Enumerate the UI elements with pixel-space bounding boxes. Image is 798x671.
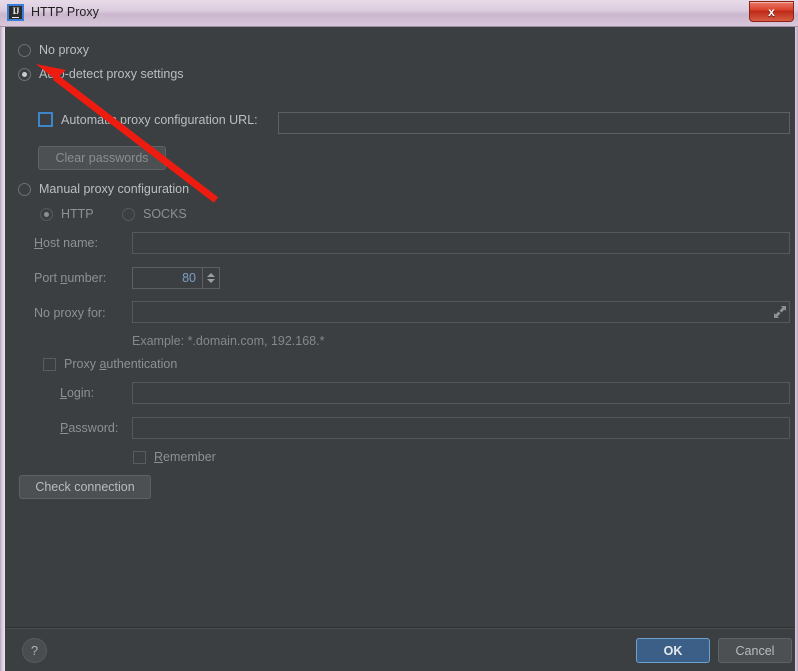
password-input[interactable]	[132, 417, 790, 439]
radio-protocol-socks[interactable]: SOCKS	[122, 207, 187, 221]
radio-protocol-http[interactable]: HTTP	[40, 207, 94, 221]
intellij-idea-icon: IJ	[7, 4, 24, 21]
dialog-button-bar: ? OK Cancel	[5, 629, 795, 671]
radio-no-proxy[interactable]: No proxy	[18, 43, 89, 57]
radio-auto-detect-indicator[interactable]	[18, 67, 31, 81]
pac-url-input[interactable]	[278, 112, 790, 134]
radio-http-label: HTTP	[61, 207, 94, 221]
spinner-up-icon[interactable]	[207, 273, 215, 277]
expand-editor-icon[interactable]	[773, 305, 787, 319]
port-number-value[interactable]: 80	[133, 268, 202, 288]
close-button[interactable]: x	[749, 1, 794, 22]
question-mark-icon: ?	[30, 643, 39, 658]
radio-manual-label: Manual proxy configuration	[39, 182, 190, 196]
host-name-label-rest: ost name:	[43, 236, 98, 250]
checkbox-pac-indicator[interactable]	[38, 112, 53, 127]
checkbox-pac-label: Automatic proxy configuration URL:	[61, 112, 258, 127]
port-number-spinner-arrows[interactable]	[202, 268, 219, 288]
radio-socks-indicator[interactable]	[122, 207, 135, 221]
help-button[interactable]: ?	[22, 638, 47, 663]
login-label: Login:	[60, 386, 95, 400]
no-proxy-for-input[interactable]	[132, 301, 790, 323]
port-number-label: Port number:	[34, 271, 107, 285]
radio-auto-detect-proxy[interactable]: Auto-detect proxy settings	[18, 67, 184, 81]
no-proxy-example-text: Example: *.domain.com, 192.168.*	[132, 334, 325, 348]
checkbox-proxy-auth-label: Proxy authentication	[64, 357, 178, 371]
checkbox-proxy-authentication[interactable]: Proxy authentication	[43, 357, 177, 371]
checkbox-remember-label: Remember	[154, 450, 216, 464]
password-label: Password:	[60, 421, 119, 435]
no-proxy-for-label: No proxy for:	[34, 306, 106, 320]
titlebar[interactable]: IJ HTTP Proxy x	[0, 0, 798, 27]
ok-button[interactable]: OK	[636, 638, 710, 663]
radio-manual-indicator[interactable]	[18, 182, 31, 196]
checkbox-automatic-proxy-config-url[interactable]: Automatic proxy configuration URL:	[38, 112, 258, 127]
radio-socks-label: SOCKS	[143, 207, 187, 221]
login-input[interactable]	[132, 382, 790, 404]
clear-passwords-button[interactable]: Clear passwords	[38, 146, 166, 170]
window-title: HTTP Proxy	[31, 5, 99, 19]
radio-no-proxy-label: No proxy	[39, 43, 90, 57]
port-number-stepper[interactable]: 80	[132, 267, 220, 289]
close-icon: x	[768, 4, 775, 19]
spinner-down-icon[interactable]	[207, 279, 215, 283]
clear-passwords-label: Clear passwords	[55, 151, 149, 165]
check-connection-button[interactable]: Check connection	[19, 475, 151, 499]
ok-button-label: OK	[663, 643, 683, 658]
host-name-label: Host name:	[34, 236, 98, 250]
checkbox-proxy-auth-indicator[interactable]	[43, 357, 56, 371]
radio-no-proxy-indicator[interactable]	[18, 43, 31, 57]
check-connection-label: Check connection	[35, 480, 135, 494]
cancel-button[interactable]: Cancel	[718, 638, 792, 663]
checkbox-remember[interactable]: Remember	[133, 450, 216, 464]
cancel-button-label: Cancel	[735, 643, 775, 658]
radio-http-indicator[interactable]	[40, 207, 53, 221]
http-proxy-dialog: IJ HTTP Proxy x No proxy Auto-detect pro…	[0, 0, 798, 671]
radio-auto-detect-label: Auto-detect proxy settings	[39, 67, 184, 81]
checkbox-remember-indicator[interactable]	[133, 450, 146, 464]
dialog-content: No proxy Auto-detect proxy settings Auto…	[5, 28, 795, 626]
host-name-input[interactable]	[132, 232, 790, 254]
radio-manual-proxy-config[interactable]: Manual proxy configuration	[18, 182, 189, 196]
